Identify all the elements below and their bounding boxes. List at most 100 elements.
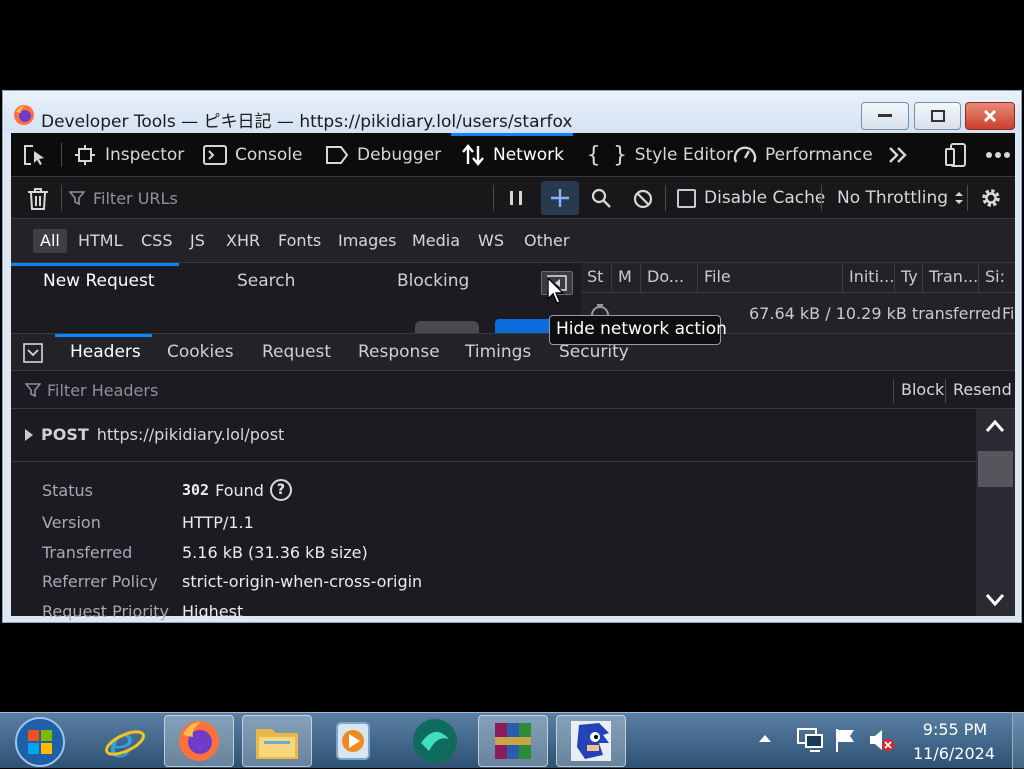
tab-network[interactable]: Network	[461, 133, 564, 177]
header-name-status: Status	[42, 481, 93, 500]
tab-debugger[interactable]: Debugger	[325, 133, 441, 177]
block-icon[interactable]	[633, 189, 653, 209]
header-name-version: Version	[42, 513, 101, 532]
sidebar-content-strip	[11, 301, 581, 333]
filter-ws-button[interactable]: WS	[471, 229, 511, 253]
inspector-icon	[75, 145, 95, 165]
gear-icon[interactable]	[979, 186, 1003, 210]
help-icon[interactable]: ?	[269, 479, 292, 501]
transferred-summary: 67.64 kB / 10.29 kB transferred	[749, 304, 1002, 323]
scroll-thumb[interactable]	[978, 451, 1013, 487]
resend-button[interactable]: Resend	[953, 371, 1012, 409]
window-title: Developer Tools — ピキ日記 — https://pikidia…	[41, 112, 573, 132]
request-list-header: St M Do... File Initi... Ty Tran... Si:	[581, 263, 1015, 293]
tab-response[interactable]: Response	[358, 334, 440, 372]
checkbox-box	[677, 188, 696, 208]
options-menu-icon[interactable]	[985, 151, 1011, 159]
more-tools-chevron-icon[interactable]	[887, 145, 909, 165]
pause-icon[interactable]	[509, 190, 523, 206]
taskbar: e 9:55 PM 11/6/2024	[0, 712, 1024, 769]
summary-trailing-text: Fi	[1002, 304, 1015, 323]
filter-urls-input[interactable]: Filter URLs	[69, 177, 178, 219]
request-line[interactable]: POST https://pikidiary.lol/post	[25, 425, 284, 444]
taskbar-internet-explorer[interactable]: e	[90, 715, 160, 767]
throttling-select[interactable]: No Throttling	[837, 177, 964, 219]
volume-muted-icon[interactable]	[868, 727, 896, 753]
tab-style-editor[interactable]: { } Style Editor	[587, 133, 733, 177]
column-method[interactable]: M	[612, 263, 641, 293]
block-button[interactable]: Block	[901, 371, 944, 409]
request-type-filters: All HTML CSS JS XHR Fonts Images Media W…	[11, 219, 1015, 263]
header-value-request-priority: Highest	[182, 602, 244, 621]
taskbar-app-teal[interactable]	[400, 715, 470, 767]
network-toolbar: Filter URLs Disable Cache No Throttling	[11, 177, 1015, 219]
taskbar-sonic-game[interactable]	[556, 715, 626, 767]
column-status[interactable]: St	[581, 263, 612, 293]
action-center-flag-icon[interactable]	[834, 727, 858, 753]
tab-headers[interactable]: Headers	[70, 334, 141, 372]
disable-cache-checkbox[interactable]: Disable Cache	[677, 177, 825, 219]
column-initiator[interactable]: Initi...	[843, 263, 895, 293]
start-button[interactable]	[14, 716, 66, 768]
column-transferred[interactable]: Tran...	[923, 263, 979, 293]
column-size[interactable]: Si:	[979, 263, 1015, 293]
filter-headers-input[interactable]: Filter Headers	[25, 371, 158, 409]
sonic-icon	[569, 719, 613, 763]
debugger-icon	[325, 145, 349, 165]
filter-media-button[interactable]: Media	[405, 229, 467, 253]
trash-icon[interactable]	[27, 187, 49, 211]
maximize-button[interactable]	[914, 102, 961, 130]
minimize-button[interactable]	[861, 102, 909, 130]
responsive-design-icon[interactable]	[945, 143, 967, 167]
scroll-down-icon[interactable]	[985, 593, 1005, 607]
element-picker-icon[interactable]	[23, 144, 47, 166]
filter-html-button[interactable]: HTML	[71, 229, 130, 253]
filter-all-button[interactable]: All	[33, 229, 67, 253]
show-desktop-button[interactable]	[1012, 713, 1024, 769]
tab-search[interactable]: Search	[237, 263, 295, 301]
new-request-button[interactable]	[541, 181, 579, 215]
network-sidebar-tabs: New Request Search Blocking	[11, 263, 581, 301]
filter-images-button[interactable]: Images	[331, 229, 403, 253]
title-bar[interactable]: Developer Tools — ピキ日記 — https://pikidia…	[3, 91, 1021, 133]
vertical-scrollbar[interactable]	[976, 409, 1015, 616]
column-type[interactable]: Ty	[895, 263, 923, 293]
tab-console[interactable]: Console	[203, 133, 303, 177]
tab-performance[interactable]: Performance	[733, 133, 873, 177]
internet-explorer-icon: e	[103, 719, 147, 763]
taskbar-winrar[interactable]	[478, 715, 548, 767]
taskbar-firefox[interactable]	[164, 715, 234, 767]
header-value-transferred: 5.16 kB (31.36 kB size)	[182, 543, 368, 562]
tab-request[interactable]: Request	[262, 334, 331, 372]
filter-css-button[interactable]: CSS	[134, 229, 179, 253]
taskbar-file-explorer[interactable]	[242, 715, 312, 767]
column-file[interactable]: File	[698, 263, 843, 293]
search-icon[interactable]	[591, 188, 611, 208]
network-icon	[461, 144, 485, 166]
select-arrows-icon	[954, 191, 964, 205]
column-domain[interactable]: Do...	[641, 263, 698, 293]
folder-icon	[254, 721, 300, 761]
tab-blocking[interactable]: Blocking	[397, 263, 469, 301]
filter-xhr-button[interactable]: XHR	[219, 229, 267, 253]
tab-inspector[interactable]: Inspector	[75, 133, 184, 177]
header-name-referrer-policy: Referrer Policy	[42, 572, 158, 591]
headers-content: POST https://pikidiary.lol/post Status 3…	[11, 409, 976, 621]
tab-timings[interactable]: Timings	[465, 334, 531, 372]
scroll-up-icon[interactable]	[985, 419, 1005, 433]
filter-other-button[interactable]: Other	[517, 229, 576, 253]
filter-icon	[25, 382, 41, 398]
filter-js-button[interactable]: JS	[183, 229, 212, 253]
network-tray-icon[interactable]	[796, 727, 824, 753]
clock-date[interactable]: 11/6/2024	[904, 744, 1004, 763]
mouse-cursor-icon	[547, 277, 565, 305]
toggle-panel-icon[interactable]	[23, 343, 43, 363]
close-button[interactable]	[965, 102, 1015, 130]
taskbar-media-player[interactable]	[318, 715, 388, 767]
show-hidden-icons-icon[interactable]	[758, 733, 772, 743]
tab-cookies[interactable]: Cookies	[167, 334, 234, 372]
clock-time[interactable]: 9:55 PM	[912, 720, 998, 739]
tab-new-request[interactable]: New Request	[43, 263, 155, 301]
filter-fonts-button[interactable]: Fonts	[271, 229, 328, 253]
request-detail-tabs: Headers Cookies Request Response Timings…	[11, 333, 1015, 371]
